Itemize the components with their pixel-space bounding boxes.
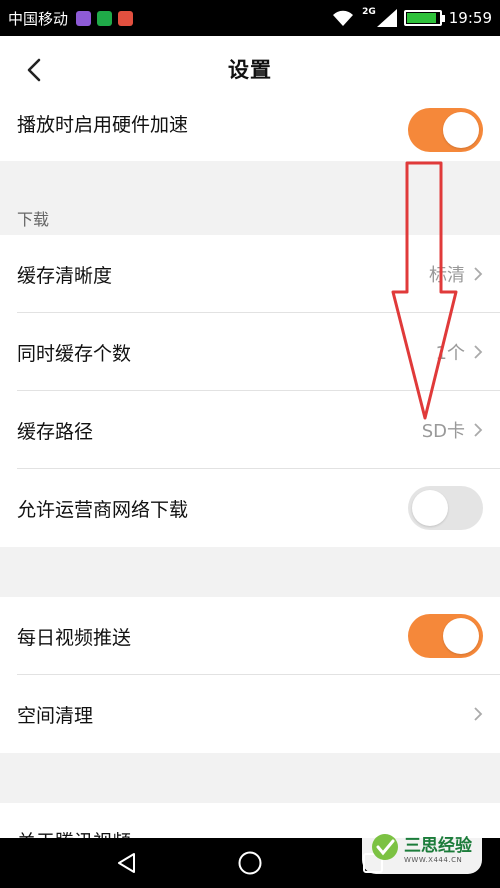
battery-level <box>406 13 436 23</box>
hardware-accel-toggle[interactable] <box>408 108 483 152</box>
hardware-accel-label: 播放时启用硬件加速 <box>17 114 189 136</box>
chevron-right-icon <box>474 423 483 437</box>
toggle-knob <box>443 618 479 654</box>
carrier-label: 中国移动 <box>8 9 69 28</box>
about-label: 关于腾讯视频 <box>17 827 131 838</box>
carrier-download-label: 允许运营商网络下载 <box>17 498 189 521</box>
leaf-check-icon <box>372 834 398 860</box>
notification-app-icon <box>76 10 92 26</box>
settings-row-daily-push[interactable]: 每日视频推送 <box>0 597 500 675</box>
nav-back-button[interactable] <box>113 849 141 877</box>
daily-push-toggle[interactable] <box>408 614 483 658</box>
toggle-knob <box>443 112 479 148</box>
settings-row-space-clean[interactable]: 空间清理 <box>0 675 500 753</box>
home-circle-icon <box>238 851 262 875</box>
back-button[interactable] <box>14 50 54 90</box>
daily-push-label: 每日视频推送 <box>17 626 132 649</box>
watermark-logo: 三思经验 WWW.X444.CN <box>362 820 482 874</box>
annotation-arrow-icon <box>391 161 458 420</box>
page-title: 设置 <box>228 58 272 82</box>
nav-home-button[interactable] <box>236 849 264 877</box>
battery-icon <box>403 10 445 26</box>
chevron-right-icon <box>474 267 483 281</box>
back-triangle-icon <box>118 853 135 873</box>
notification-tool-icon <box>118 10 134 26</box>
wifi-icon <box>333 10 354 26</box>
network-type-badge: 2G <box>362 7 376 17</box>
settings-row-hardware-accel[interactable]: 播放时启用硬件加速 <box>0 102 500 161</box>
watermark-url: WWW.X444.CN <box>404 855 463 864</box>
signal-icon <box>376 9 397 27</box>
status-bar: 中国移动 2G 19:59 <box>0 0 500 36</box>
carrier-download-toggle[interactable] <box>408 486 483 530</box>
download-section-header: 下载 <box>17 210 50 229</box>
notification-video-icon <box>97 10 113 26</box>
chevron-right-icon <box>474 707 483 721</box>
chevron-right-icon <box>474 345 483 359</box>
watermark-text: 三思经验 <box>404 835 472 856</box>
cache-path-label: 缓存路径 <box>17 420 94 443</box>
chevron-left-icon <box>27 58 41 82</box>
cache-quality-label: 缓存清晰度 <box>17 264 113 287</box>
page-header: 设置 <box>0 36 500 102</box>
space-clean-label: 空间清理 <box>17 704 94 727</box>
concurrent-cache-label: 同时缓存个数 <box>17 342 132 365</box>
toggle-knob <box>412 490 448 526</box>
settings-row-carrier-download[interactable]: 允许运营商网络下载 <box>0 469 500 547</box>
status-time: 19:59 <box>448 9 492 27</box>
